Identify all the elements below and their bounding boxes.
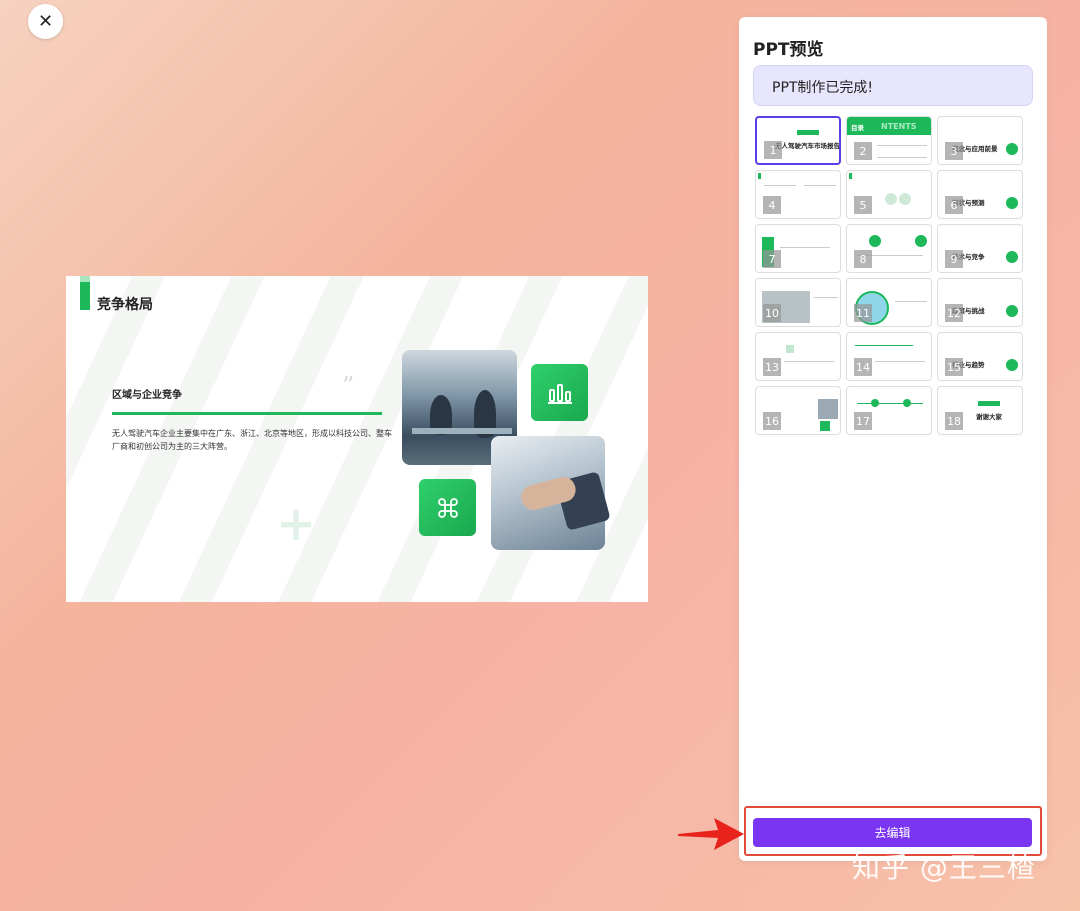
plus-decoration-icon: + — [276, 496, 317, 552]
slide-thumbnail-8[interactable]: 8 — [846, 224, 932, 273]
slide-thumbnail-7[interactable]: 7 — [755, 224, 841, 273]
thumb-accent — [758, 173, 761, 179]
thumb-number: 18 — [945, 412, 963, 430]
command-icon — [419, 479, 476, 536]
thumb-circle — [1006, 359, 1018, 371]
thumb-photo — [818, 399, 838, 419]
thumb-number: 2 — [854, 142, 872, 160]
slide-thumbnail-4[interactable]: 4 — [755, 170, 841, 219]
slide-accent-top — [80, 276, 90, 282]
thumb-circle — [869, 235, 881, 247]
slide-thumbnail-3[interactable]: 概念与应用前景 3 — [937, 116, 1023, 165]
thumb-circle — [1006, 305, 1018, 317]
thumb-number: 12 — [945, 304, 963, 322]
thumb-line — [855, 345, 913, 346]
ppt-preview-panel: PPT预览 PPT制作已完成! 无人驾驶汽车市场报告 1 目录 NTENTS 2… — [739, 17, 1047, 861]
thumb-line — [877, 157, 927, 158]
thumb-label: 谢谢大家 — [976, 413, 1002, 421]
slide-thumbnail-5[interactable]: 5 — [846, 170, 932, 219]
slide-preview: 竞争格局 ” 区域与企业竞争 无人驾驶汽车企业主要集中在广东、浙江、北京等地区，… — [66, 276, 648, 602]
status-message: PPT制作已完成! — [753, 65, 1033, 106]
thumb-circle — [915, 235, 927, 247]
slide-thumbnail-15[interactable]: 行业与趋势 15 — [937, 332, 1023, 381]
thumb-number: 14 — [854, 358, 872, 376]
slide-thumbnail-9[interactable]: 技术与竞争 9 — [937, 224, 1023, 273]
thumb-number: 11 — [854, 304, 872, 322]
thumb-label: 无人驾驶汽车市场报告 — [775, 142, 840, 150]
thumb-circle — [1006, 143, 1018, 155]
thumb-line — [780, 247, 830, 248]
edit-button[interactable]: 去编辑 — [753, 818, 1032, 847]
slide-thumbnail-14[interactable]: 14 — [846, 332, 932, 381]
thumb-line — [877, 145, 927, 146]
slide-body-text: 无人驾驶汽车企业主要集中在广东、浙江、北京等地区，形成以科技公司、整车厂商和初创… — [112, 429, 392, 451]
panel-title: PPT预览 — [753, 40, 824, 60]
thumb-number: 6 — [945, 196, 963, 214]
thumb-number: 4 — [763, 196, 781, 214]
slide-thumbnail-10[interactable]: 10 — [755, 278, 841, 327]
close-icon: ✕ — [37, 11, 54, 32]
thumb-accent — [820, 421, 830, 431]
slide-thumbnail-16[interactable]: 16 — [755, 386, 841, 435]
thumb-line — [875, 361, 925, 362]
slide-thumbnail-6[interactable]: 现状与预测 6 — [937, 170, 1023, 219]
arrow-pointer-icon — [678, 818, 744, 850]
thumb-tag — [978, 401, 1000, 406]
thumb-number: 9 — [945, 250, 963, 268]
slide-thumbnail-12[interactable]: 政策与挑战 12 — [937, 278, 1023, 327]
close-button[interactable]: ✕ — [28, 4, 63, 39]
thumb-number: 10 — [763, 304, 781, 322]
thumb-extra: NTENTS — [881, 122, 917, 131]
table-shape — [412, 428, 512, 434]
slide-thumbnail-1[interactable]: 无人驾驶汽车市场报告 1 — [755, 116, 841, 165]
thumb-number: 5 — [854, 196, 872, 214]
thumb-number: 15 — [945, 358, 963, 376]
thumb-circle — [899, 193, 911, 205]
slide-thumbnail-17[interactable]: 17 — [846, 386, 932, 435]
thumb-number: 17 — [854, 412, 872, 430]
thumb-circle — [1006, 197, 1018, 209]
slide-thumbnail-13[interactable]: 13 — [755, 332, 841, 381]
thumb-accent — [786, 345, 794, 353]
slide-thumbnail-2[interactable]: 目录 NTENTS 2 — [846, 116, 932, 165]
thumb-line — [764, 185, 796, 186]
slide-subtitle: 区域与企业竞争 — [112, 390, 182, 401]
thumb-line — [857, 403, 923, 404]
slide-divider — [112, 412, 382, 415]
thumb-label: 目录 — [851, 124, 864, 132]
thumb-circle — [885, 193, 897, 205]
handshake-photo — [491, 436, 611, 550]
thumb-number: 7 — [763, 250, 781, 268]
thumb-number: 16 — [763, 412, 781, 430]
thumb-circle — [1006, 251, 1018, 263]
thumb-number: 3 — [945, 142, 963, 160]
slide-title: 竞争格局 — [97, 297, 153, 313]
thumb-number: 1 — [764, 141, 782, 159]
bar-chart-icon — [531, 364, 588, 421]
slide-thumbnail-18[interactable]: 谢谢大家 18 — [937, 386, 1023, 435]
quote-icon: ” — [342, 372, 355, 400]
slide-thumbnail-11[interactable]: 11 — [846, 278, 932, 327]
thumb-line — [804, 185, 836, 186]
thumb-line — [895, 301, 927, 302]
watermark: 知乎 @王三楂 — [852, 851, 1036, 884]
thumb-line — [814, 297, 838, 298]
thumb-tag — [797, 130, 819, 135]
thumb-line — [784, 361, 834, 362]
thumb-accent — [849, 173, 852, 179]
thumb-number: 13 — [763, 358, 781, 376]
thumb-number: 8 — [854, 250, 872, 268]
